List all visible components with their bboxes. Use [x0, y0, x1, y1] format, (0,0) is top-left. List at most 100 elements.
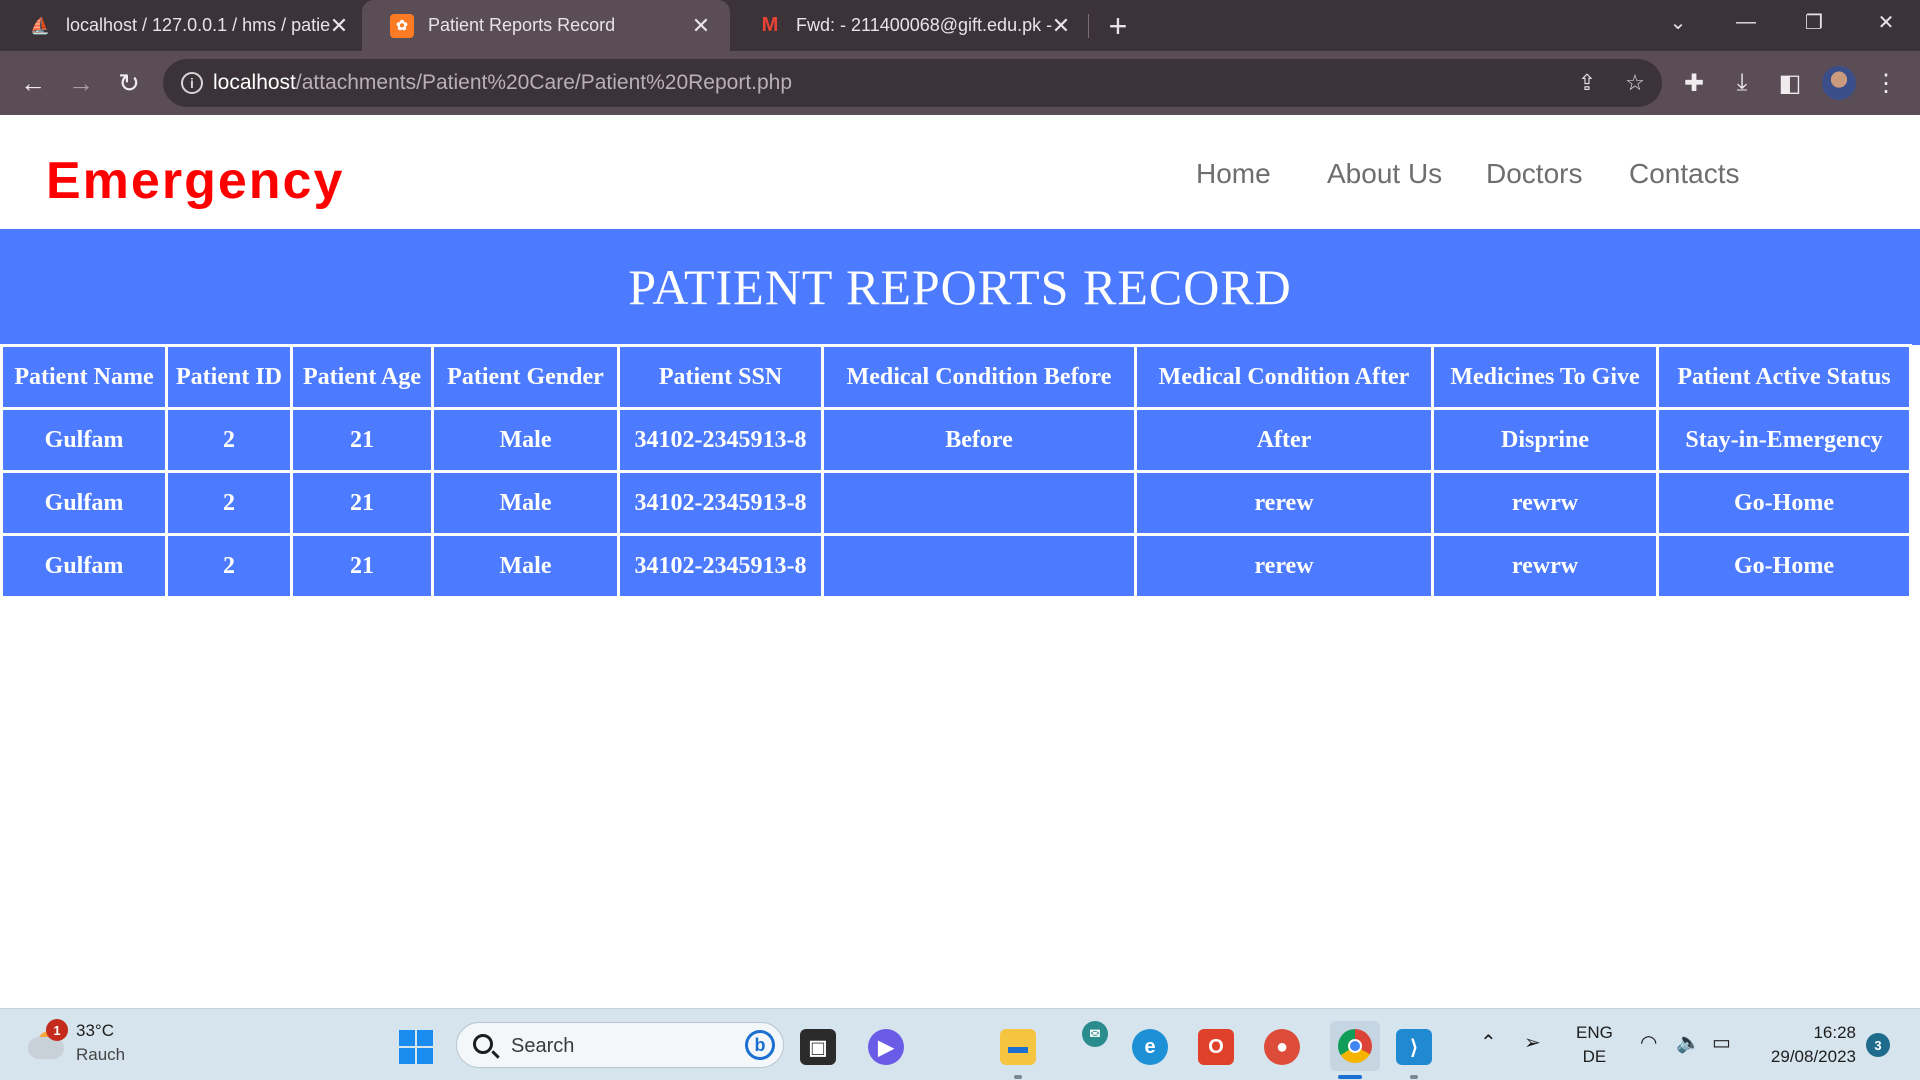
tab-gmail[interactable]: M Fwd: - 211400068@gift.edu.pk - ✕ [730, 0, 1090, 51]
site-logo[interactable]: Emergency [46, 151, 344, 211]
column-header: Medical Condition Before [824, 347, 1134, 407]
chrome-active-icon[interactable] [1330, 1021, 1380, 1071]
close-tab-icon[interactable]: ✕ [326, 13, 352, 39]
browser-tab-strip: ⛵ localhost / 127.0.0.1 / hms / patie ✕ … [0, 0, 1920, 51]
cell-patient-age: 21 [293, 536, 431, 596]
cell-condition-before [824, 536, 1134, 596]
cell-patient-ssn: 34102-2345913-8 [620, 410, 821, 470]
office-icon[interactable]: O [1198, 1029, 1234, 1065]
cell-patient-gender: Male [434, 410, 617, 470]
tab-patient-reports[interactable]: ✿ Patient Reports Record ✕ [362, 0, 730, 51]
minimize-button[interactable]: — [1712, 0, 1780, 44]
clock-date: 29/08/2023 [1770, 1047, 1856, 1066]
nav-home[interactable]: Home [1196, 158, 1271, 190]
column-header: Patient ID [168, 347, 290, 407]
site-info-icon[interactable]: i [181, 72, 203, 94]
tab-title: localhost / 127.0.0.1 / hms / patie [66, 15, 331, 35]
profile-avatar[interactable] [1822, 66, 1856, 100]
table-row: Gulfam 2 21 Male 34102-2345913-8 rerew r… [3, 536, 1909, 596]
nav-doctors[interactable]: Doctors [1486, 158, 1582, 190]
cell-medicines: rewrw [1434, 473, 1656, 533]
file-explorer-icon[interactable]: ▬ [1000, 1029, 1036, 1065]
teams-chat-icon[interactable]: ▶ [868, 1029, 904, 1065]
column-header: Patient Active Status [1659, 347, 1909, 407]
tab-separator [1088, 14, 1089, 38]
weather-temperature[interactable]: 33°C [76, 1021, 114, 1041]
column-header: Patient Name [3, 347, 165, 407]
cell-patient-gender: Male [434, 536, 617, 596]
xampp-icon: ✿ [390, 13, 414, 38]
chrome-profile-icon[interactable]: ● [1264, 1029, 1300, 1065]
bookmark-star-icon[interactable]: ☆ [1621, 69, 1649, 97]
restore-button[interactable]: ❐ [1780, 0, 1848, 44]
back-arrow-icon[interactable]: ← [13, 63, 53, 103]
cell-patient-ssn: 34102-2345913-8 [620, 473, 821, 533]
language-indicator[interactable]: ENG DE [1576, 1021, 1613, 1069]
side-panel-icon[interactable]: ◧ [1772, 65, 1808, 101]
menu-kebab-icon[interactable]: ⋮ [1868, 65, 1904, 101]
show-hidden-icons-chevron-icon[interactable]: ⌃ [1480, 1031, 1497, 1055]
cell-patient-age: 21 [293, 473, 431, 533]
active-indicator [1338, 1075, 1362, 1079]
chrome-icon [1338, 1029, 1372, 1063]
new-tab-button[interactable]: + [1100, 8, 1136, 44]
windows-start-icon[interactable] [398, 1029, 434, 1065]
cell-patient-age: 21 [293, 410, 431, 470]
cell-medicines: Disprine [1434, 410, 1656, 470]
bing-icon[interactable]: b [745, 1030, 775, 1060]
tab-title: Patient Reports Record [428, 15, 616, 35]
close-tab-icon[interactable]: ✕ [1048, 13, 1074, 39]
share-icon[interactable]: ⇪ [1573, 69, 1601, 97]
download-icon[interactable]: ⤓ [1724, 65, 1760, 101]
url-text[interactable]: localhost/attachments/Patient%20Care/Pat… [213, 71, 792, 95]
cell-patient-name: Gulfam [3, 410, 165, 470]
search-label: Search [511, 1035, 575, 1057]
cell-patient-name: Gulfam [3, 536, 165, 596]
patient-reports-table: Patient Name Patient ID Patient Age Pati… [0, 344, 1912, 599]
tab-search-icon[interactable]: ⌄ [1644, 0, 1712, 44]
extensions-puzzle-icon[interactable]: ✚ [1676, 65, 1712, 101]
cell-active-status: Go-Home [1659, 473, 1909, 533]
page-title: PATIENT REPORTS RECORD [628, 259, 1292, 315]
battery-icon[interactable]: ▭ [1712, 1031, 1731, 1055]
speaker-muted-icon[interactable]: 🔈 [1676, 1031, 1701, 1055]
column-header: Medicines To Give [1434, 347, 1656, 407]
cell-patient-name: Gulfam [3, 473, 165, 533]
tab-phpmyadmin[interactable]: ⛵ localhost / 127.0.0.1 / hms / patie ✕ [0, 0, 368, 51]
vscode-icon[interactable]: ⟩ [1396, 1029, 1432, 1065]
wifi-icon[interactable]: ◠ [1640, 1031, 1657, 1055]
close-window-button[interactable]: ✕ [1852, 0, 1920, 44]
cell-active-status: Stay-in-Emergency [1659, 410, 1909, 470]
forward-arrow-icon[interactable]: → [61, 63, 101, 103]
weather-alert-badge: 1 [46, 1019, 68, 1041]
edge-browser-icon[interactable]: e [1132, 1029, 1168, 1065]
tab-title: Fwd: - 211400068@gift.edu.pk - [796, 15, 1053, 35]
cell-condition-after: rerew [1137, 473, 1431, 533]
web-page: Emergency Home About Us Doctors Contacts… [0, 115, 1920, 1008]
mail-icon[interactable]: ✉ [1082, 1021, 1108, 1047]
cell-patient-id: 2 [168, 536, 290, 596]
reload-icon[interactable]: ↻ [109, 63, 149, 103]
language-bottom: DE [1582, 1047, 1607, 1066]
table-row: Gulfam 2 21 Male 34102-2345913-8 Before … [3, 410, 1909, 470]
close-tab-icon[interactable]: ✕ [688, 13, 714, 39]
task-view-icon[interactable]: ▣ [800, 1029, 836, 1065]
cell-medicines: rewrw [1434, 536, 1656, 596]
cell-condition-before: Before [824, 410, 1134, 470]
clock[interactable]: 16:28 29/08/2023 [1760, 1021, 1856, 1069]
notification-count-badge[interactable]: 3 [1866, 1033, 1890, 1057]
windows-taskbar: 1 33°C Rauch Search b ▣ ▶ ▬ ✉ e O ● ⟩ ⌃ … [0, 1008, 1920, 1080]
cell-patient-id: 2 [168, 473, 290, 533]
nav-contacts[interactable]: Contacts [1629, 158, 1740, 190]
cell-condition-after: rerew [1137, 536, 1431, 596]
location-icon[interactable]: ➢ [1524, 1031, 1541, 1055]
cell-active-status: Go-Home [1659, 536, 1909, 596]
clock-time: 16:28 [1813, 1023, 1856, 1042]
nav-about-us[interactable]: About Us [1327, 158, 1442, 190]
page-banner: PATIENT REPORTS RECORD [0, 229, 1920, 345]
table-header-row: Patient Name Patient ID Patient Age Pati… [3, 347, 1909, 407]
cell-condition-after: After [1137, 410, 1431, 470]
taskbar-search[interactable]: Search b [456, 1022, 784, 1068]
weather-description[interactable]: Rauch [76, 1045, 125, 1065]
address-bar[interactable]: i localhost/attachments/Patient%20Care/P… [163, 59, 1662, 107]
